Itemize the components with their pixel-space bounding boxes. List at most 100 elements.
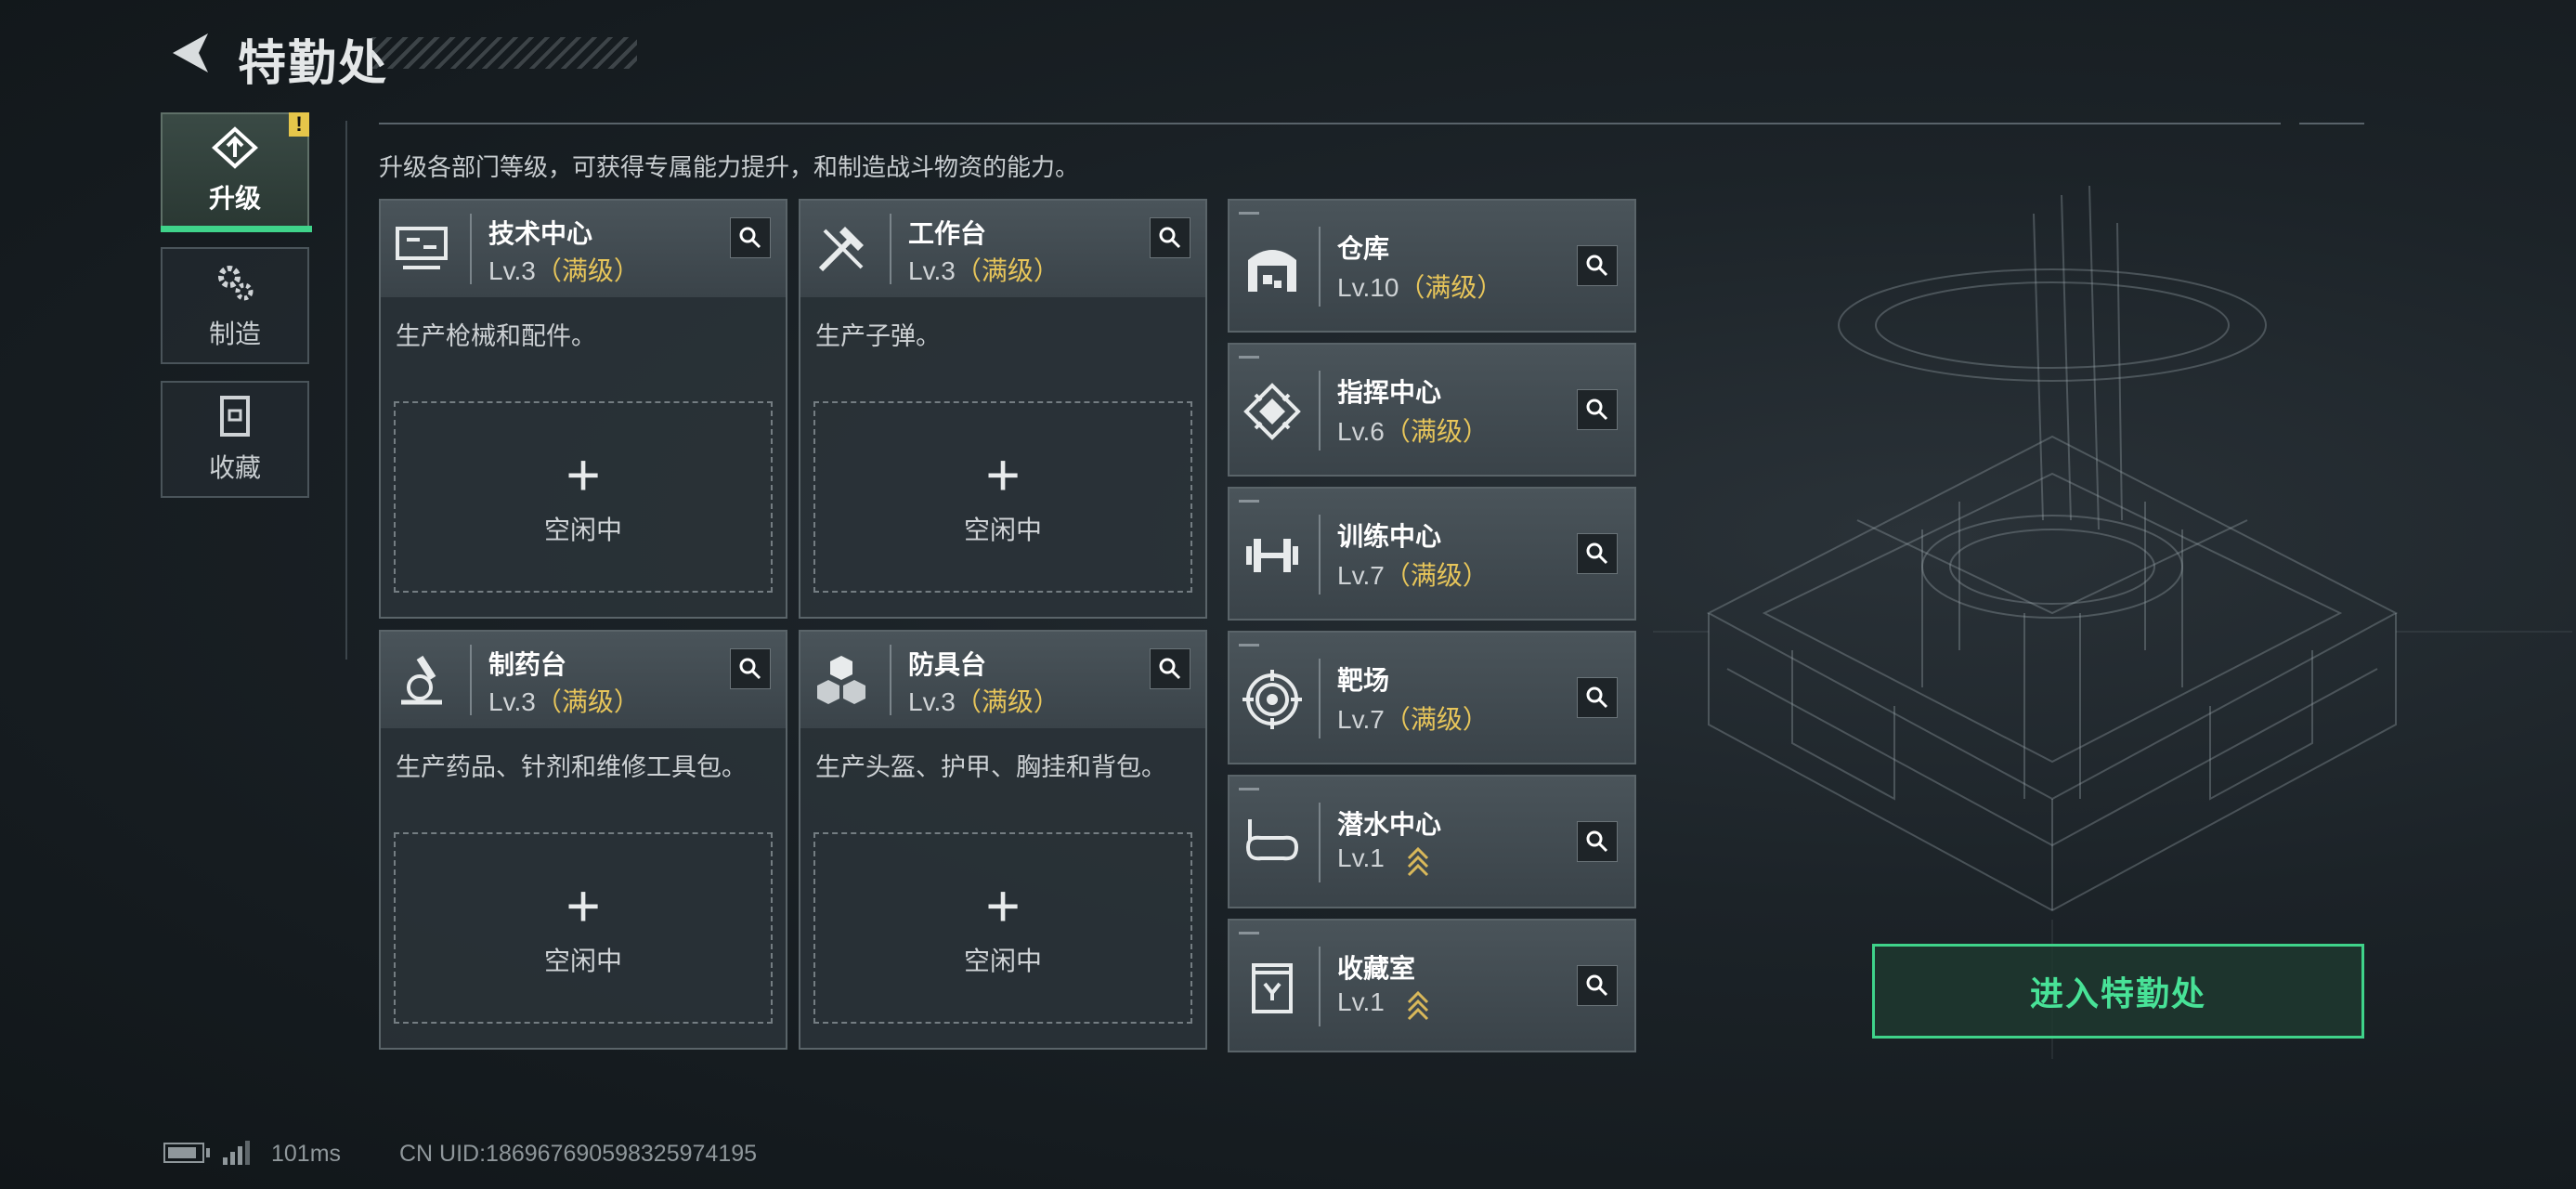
department-card-tech-center[interactable]: 技术中心 Lv.3（满级） 生产枪械和配件。 + 空闲中: [379, 199, 787, 619]
department-name: 防具台: [908, 650, 987, 679]
search-icon: [1586, 974, 1608, 997]
battery-icon: [163, 1143, 204, 1163]
level-value: Lv.1: [1337, 987, 1385, 1016]
active-tab-indicator: [161, 226, 312, 232]
level-value: Lv.10: [1337, 273, 1399, 302]
inspect-button[interactable]: [1577, 677, 1618, 718]
inspect-button[interactable]: [1577, 389, 1618, 430]
header-divider-right: [2299, 123, 2364, 124]
back-arrow-icon[interactable]: [163, 28, 214, 78]
enter-button-label: 进入特勤处: [2029, 974, 2206, 1013]
user-uid: CN UID:1869676905983259741​95: [399, 1141, 758, 1167]
computer-icon: [396, 227, 448, 269]
warning-badge: !: [289, 112, 309, 137]
command-icon: [1243, 383, 1301, 440]
max-level-tag: （满级）: [1384, 705, 1489, 734]
department-level: Lv.3（满级）: [488, 682, 640, 719]
production-slot[interactable]: + 空闲中: [813, 401, 1192, 593]
max-level-tag: （满级）: [535, 256, 640, 285]
tab-upgrade-label: 升级: [208, 184, 261, 213]
ping-value: 101ms: [271, 1141, 342, 1167]
level-value: Lv.7: [1337, 705, 1385, 734]
department-name: 工作台: [908, 219, 987, 248]
card-header: 工作台 Lv.3（满级）: [800, 201, 1205, 297]
add-icon: +: [566, 441, 601, 508]
inspect-button[interactable]: [1577, 821, 1618, 862]
department-card-pharmacy[interactable]: 制药台 Lv.3（满级） 生产药品、针剂和维修工具包。 + 空闲中: [379, 630, 787, 1050]
inspect-button[interactable]: [730, 648, 771, 689]
facility-level: Lv.10（满级）: [1337, 268, 1503, 305]
slot-status: 空闲中: [963, 516, 1042, 544]
inspect-button[interactable]: [1577, 965, 1618, 1006]
tab-collection[interactable]: 收藏: [161, 381, 309, 498]
facility-diving-center[interactable]: 潜水中心 Lv.1: [1228, 775, 1636, 908]
level-value: Lv.3: [488, 687, 536, 716]
department-level: Lv.3（满级）: [908, 251, 1060, 288]
slot-status: 空闲中: [543, 947, 622, 975]
microscope-icon: [401, 655, 442, 705]
facility-collection-room[interactable]: 收藏室 Lv.1: [1228, 919, 1636, 1052]
facility-warehouse[interactable]: 仓库 Lv.10（满级）: [1228, 199, 1636, 333]
collection-icon: [220, 396, 250, 437]
facility-level: Lv.7（满级）: [1337, 555, 1489, 593]
facility-name: 指挥中心: [1337, 378, 1442, 407]
search-icon: [1159, 658, 1181, 680]
upgrade-icon: [212, 126, 258, 169]
tab-craft[interactable]: 制造: [161, 247, 309, 364]
card-header: 防具台 Lv.3（满级）: [800, 632, 1205, 728]
production-slot[interactable]: + 空闲中: [394, 401, 773, 593]
facility-shooting-range[interactable]: 靶场 Lv.7（满级）: [1228, 631, 1636, 764]
department-description: 生产子弹。: [815, 322, 941, 350]
cubes-icon: [817, 656, 865, 704]
level-value: Lv.3: [908, 256, 956, 285]
card-header: 制药台 Lv.3（满级）: [381, 632, 786, 728]
page-description: 升级各部门等级，可获得专属能力提升，和制造战斗物资的能力。: [379, 153, 1080, 181]
search-icon: [739, 227, 761, 249]
facility-name: 潜水中心: [1337, 810, 1442, 839]
warehouse-icon: [1248, 250, 1296, 292]
facility-training-center[interactable]: 训练中心 Lv.7（满级）: [1228, 487, 1636, 621]
facility-command-center[interactable]: 指挥中心 Lv.6（满级）: [1228, 343, 1636, 477]
level-value: Lv.3: [488, 256, 536, 285]
dumbbell-icon: [1246, 539, 1298, 572]
inspect-button[interactable]: [1577, 533, 1618, 574]
department-name: 制药台: [488, 650, 567, 679]
facility-name: 训练中心: [1337, 522, 1442, 551]
page-title: 特勤处: [238, 37, 389, 91]
upgrade-available-icon: [1407, 846, 1429, 877]
trophy-case-icon: [1252, 963, 1293, 1013]
inspect-button[interactable]: [730, 217, 771, 258]
inspect-button[interactable]: [1577, 245, 1618, 286]
department-name: 技术中心: [488, 219, 593, 248]
header-divider: [379, 123, 2281, 124]
department-level: Lv.3（满级）: [908, 682, 1060, 719]
production-slot[interactable]: + 空闲中: [394, 832, 773, 1024]
inspect-button[interactable]: [1150, 648, 1190, 689]
production-slot[interactable]: + 空闲中: [813, 832, 1192, 1024]
facility-name: 靶场: [1337, 666, 1390, 695]
department-card-workbench[interactable]: 工作台 Lv.3（满级） 生产子弹。 + 空闲中: [799, 199, 1207, 619]
card-header: 技术中心 Lv.3（满级）: [381, 201, 786, 297]
level-value: Lv.1: [1337, 843, 1385, 872]
add-icon: +: [985, 441, 1021, 508]
add-icon: +: [985, 872, 1021, 939]
tab-upgrade[interactable]: 升级: [161, 112, 309, 229]
level-value: Lv.6: [1337, 417, 1385, 446]
signal-icon: [223, 1141, 250, 1165]
department-card-armor-bench[interactable]: 防具台 Lv.3（满级） 生产头盔、护甲、胸挂和背包。 + 空闲中: [799, 630, 1207, 1050]
facility-level: Lv.1: [1337, 843, 1385, 873]
search-icon: [1586, 542, 1608, 565]
facility-level: Lv.7（满级）: [1337, 699, 1489, 737]
department-description: 生产头盔、护甲、胸挂和背包。: [815, 753, 1166, 781]
max-level-tag: （满级）: [1384, 561, 1489, 590]
target-icon: [1242, 670, 1302, 729]
max-level-tag: （满级）: [535, 687, 640, 716]
enter-special-ops-button[interactable]: 进入特勤处: [1872, 944, 2364, 1039]
facility-name: 仓库: [1337, 234, 1390, 263]
add-icon: +: [566, 872, 601, 939]
tools-icon: [818, 227, 864, 272]
tab-craft-label: 制造: [208, 320, 261, 348]
battery-tip: [206, 1148, 210, 1157]
upgrade-available-icon: [1407, 990, 1429, 1021]
inspect-button[interactable]: [1150, 217, 1190, 258]
